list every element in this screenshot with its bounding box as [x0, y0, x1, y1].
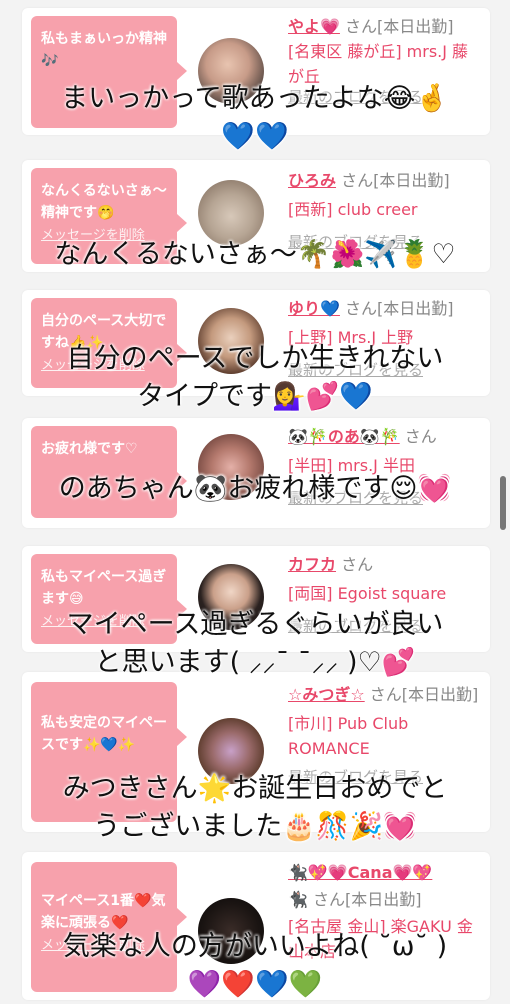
overlay-line: まいっかって歌あったよな😂🤞: [61, 83, 449, 114]
scrollbar[interactable]: [500, 476, 506, 530]
cast-status: さん[本日出勤]: [341, 171, 450, 190]
message-text: 私もマイペース過ぎます😅: [41, 569, 167, 607]
overlay-line: みつきさん🌟お誕生日おめでと: [62, 773, 448, 804]
cast-name[interactable]: ☆みつぎ☆: [288, 685, 365, 704]
overlay-caption: 自分のペースでしか生きれない タイプです💁‍♀️💕💙: [0, 340, 510, 416]
overlay-line: タイプです💁‍♀️💕💙: [137, 381, 373, 412]
cast-name[interactable]: やよ💗: [288, 17, 340, 36]
overlay-caption: みつきさん🌟お誕生日おめでと うございました🎂🎊🎉💓: [0, 770, 510, 846]
overlay-line: のあちゃん🐼お疲れ様です😌💓: [58, 473, 452, 504]
overlay-line: と思います( ⸝⸝¯ ¯⸝⸝ )♡💕: [94, 647, 416, 678]
cast-name[interactable]: ゆり💙: [288, 299, 340, 318]
overlay-caption: なんくるないさぁ〜🌴🌺✈️🍍♡: [0, 236, 510, 274]
cast-name[interactable]: 🐈‍⬛💖💗Cana💗💖: [288, 863, 432, 882]
overlay-line: 気楽な人の方がいいよね( ˘ω˘ ): [62, 931, 448, 962]
cast-status: さん[本日出勤]: [345, 299, 454, 318]
overlay-line: 自分のペースでしか生きれない: [66, 343, 444, 374]
overlay-caption: マイペース過ぎるぐらいが良い と思います( ⸝⸝¯ ¯⸝⸝ )♡💕: [0, 606, 510, 682]
cast-name[interactable]: カフカ: [288, 555, 336, 574]
shop-name[interactable]: [両国] Egoist square: [288, 581, 484, 606]
cast-status: さん: [341, 555, 374, 574]
overlay-caption: 気楽な人の方がいいよね( ˘ω˘ ) 💜❤️💙💚: [0, 928, 510, 1004]
message-text: 私も安定のマイペースです✨💙✨: [41, 715, 167, 753]
message-text: マイペース1番❤️気楽に頑張る❤️: [41, 893, 166, 931]
overlay-line: なんくるないさぁ〜🌴🌺✈️🍍♡: [54, 239, 456, 270]
message-text: 私もまぁいっか精神🎶: [41, 31, 167, 69]
message-text: なんくるないさぁ〜精神です🤭: [41, 183, 167, 221]
overlay-line: 💙💙: [221, 121, 289, 152]
overlay-caption: のあちゃん🐼お疲れ様です😌💓: [0, 470, 510, 508]
cast-name[interactable]: 🐼🎋のあ🐼🎋: [288, 427, 400, 446]
overlay-line: マイペース過ぎるぐらいが良い: [66, 609, 444, 640]
cast-status: さん[本日出勤]: [345, 17, 454, 36]
cast-status: さん[本日出勤]: [369, 685, 479, 704]
shop-name[interactable]: [西新] club creer: [288, 197, 484, 222]
shop-name[interactable]: [市川] Pub Club ROMANCE: [288, 711, 484, 761]
cast-name[interactable]: ひろみ: [288, 171, 336, 190]
cast-status: さん: [404, 427, 437, 446]
overlay-caption: まいっかって歌あったよな😂🤞 💙💙: [0, 80, 510, 156]
message-text: お疲れ様です♡: [41, 441, 138, 457]
overlay-line: 💜❤️💙💚: [187, 969, 323, 1000]
cast-status: 🐈‍⬛ さん[本日出勤]: [288, 890, 422, 909]
overlay-line: うございました🎂🎊🎉💓: [93, 811, 417, 842]
